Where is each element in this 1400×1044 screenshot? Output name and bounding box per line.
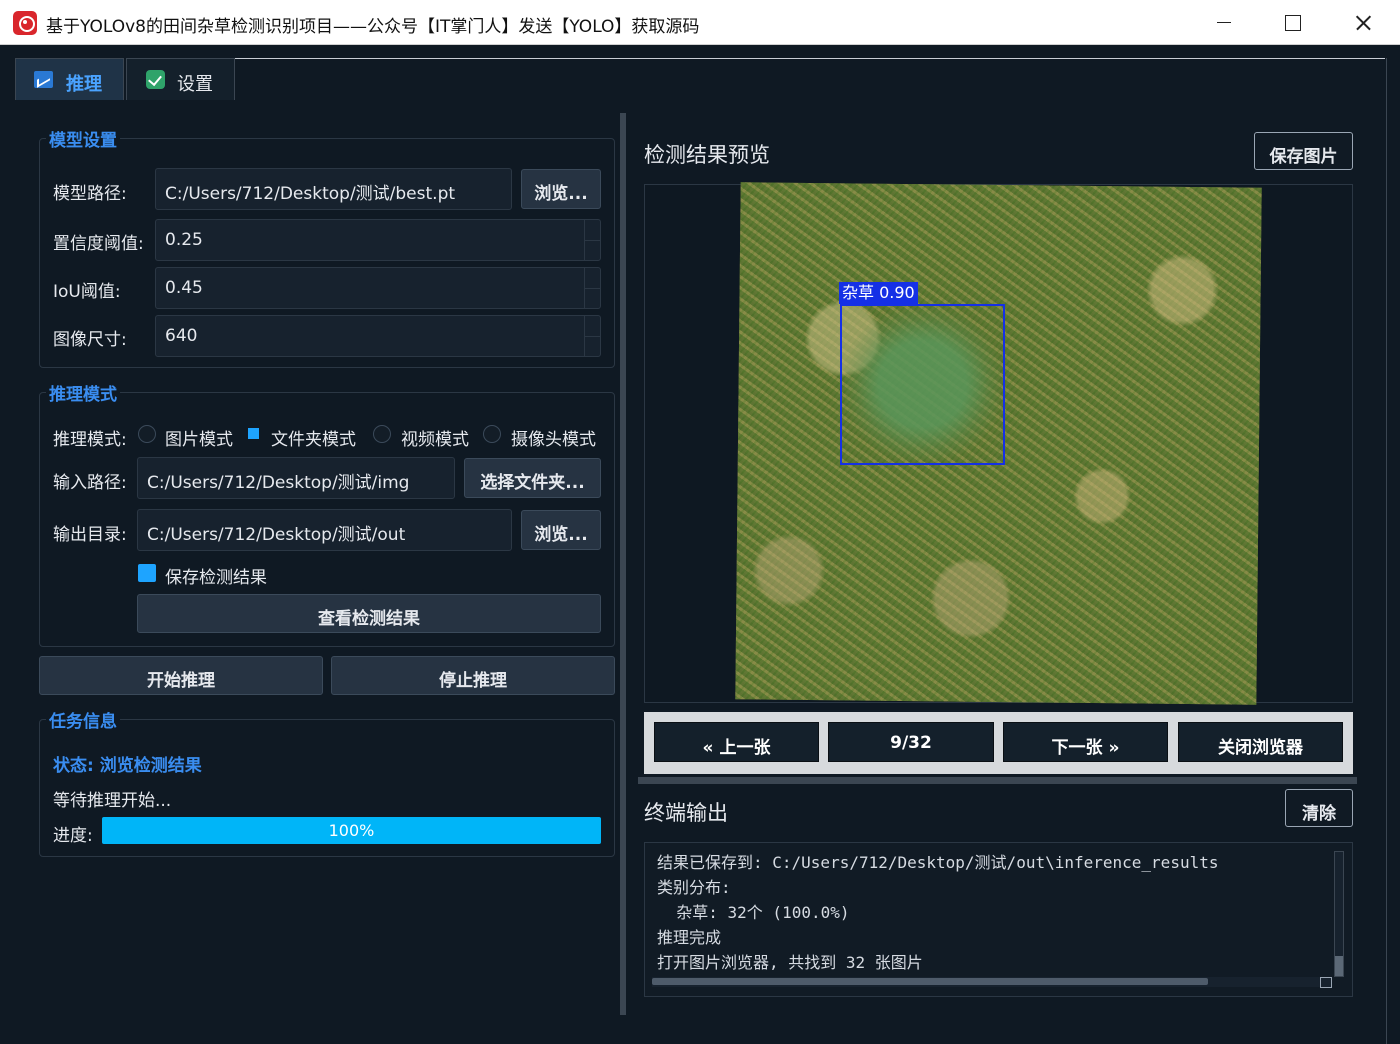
check-icon bbox=[146, 70, 165, 89]
output-browse-button[interactable]: 浏览... bbox=[521, 510, 601, 550]
model-path-label: 模型路径: bbox=[53, 184, 127, 204]
close-browser-button[interactable]: 关闭浏览器 bbox=[1178, 722, 1343, 762]
input-path-label: 输入路径: bbox=[53, 473, 127, 493]
iou-spinbox[interactable]: 0.45 bbox=[155, 267, 601, 309]
splitter-handle[interactable] bbox=[620, 113, 626, 1015]
terminal-line: 推理完成 bbox=[657, 928, 722, 947]
title-bar: 基于YOLOv8的田间杂草检测识别项目——公众号【IT掌门人】发送【YOLO】获… bbox=[0, 0, 1400, 45]
progress-bar: 100% bbox=[102, 817, 601, 844]
iou-label: IoU阈值: bbox=[53, 282, 121, 302]
next-image-button[interactable]: 下一张 » bbox=[1003, 722, 1168, 762]
confidence-spinbox[interactable]: 0.25 bbox=[155, 219, 601, 261]
terminal-line: 类别分布: bbox=[657, 878, 731, 897]
image-size-value: 640 bbox=[165, 326, 198, 346]
camera-mode-label[interactable]: 摄像头模式 bbox=[511, 425, 596, 450]
save-results-checkbox[interactable] bbox=[138, 564, 156, 582]
minimize-button[interactable] bbox=[1188, 0, 1258, 45]
scroll-corner-icon bbox=[1320, 977, 1332, 988]
tab-inference[interactable]: 推理 bbox=[15, 58, 124, 100]
select-folder-button[interactable]: 选择文件夹... bbox=[464, 458, 601, 498]
folder-mode-label[interactable]: 文件夹模式 bbox=[271, 425, 356, 450]
save-image-button[interactable]: 保存图片 bbox=[1254, 132, 1353, 170]
terminal-title: 终端输出 bbox=[644, 801, 728, 825]
window-title: 基于YOLOv8的田间杂草检测识别项目——公众号【IT掌门人】发送【YOLO】获… bbox=[46, 17, 700, 37]
iou-value: 0.45 bbox=[165, 278, 203, 298]
radio-video-mode[interactable] bbox=[373, 425, 391, 443]
mode-label: 推理模式: bbox=[53, 430, 127, 450]
task-message: 等待推理开始... bbox=[53, 791, 172, 811]
horizontal-splitter[interactable] bbox=[638, 777, 1357, 784]
preview-title: 检测结果预览 bbox=[644, 143, 770, 167]
terminal-line: 结果已保存到: C:/Users/712/Desktop/测试/out\infe… bbox=[657, 853, 1219, 872]
terminal-horizontal-scrollbar[interactable] bbox=[652, 977, 1332, 987]
output-dir-label: 输出目录: bbox=[53, 525, 127, 545]
task-info-title: 任务信息 bbox=[46, 707, 120, 732]
model-settings-title: 模型设置 bbox=[46, 126, 120, 151]
image-counter: 9/32 bbox=[828, 722, 994, 762]
image-size-label: 图像尺寸: bbox=[53, 330, 127, 350]
maximize-button[interactable] bbox=[1258, 0, 1328, 45]
image-mode-label[interactable]: 图片模式 bbox=[165, 425, 233, 450]
image-size-spinbox[interactable]: 640 bbox=[155, 315, 601, 357]
detection-bounding-box bbox=[840, 304, 1005, 465]
video-mode-label[interactable]: 视频模式 bbox=[401, 425, 469, 450]
save-results-label[interactable]: 保存检测结果 bbox=[165, 563, 267, 588]
progress-label: 进度: bbox=[53, 826, 93, 846]
model-path-input[interactable]: C:/Users/712/Desktop/测试/best.pt bbox=[155, 168, 512, 210]
terminal-vertical-scrollbar[interactable] bbox=[1334, 851, 1344, 977]
radio-camera-mode[interactable] bbox=[483, 425, 501, 443]
tab-bar-line bbox=[235, 58, 1385, 59]
tab-settings-label: 设置 bbox=[177, 74, 213, 95]
iou-stepper[interactable] bbox=[584, 268, 600, 308]
close-window-button[interactable] bbox=[1328, 0, 1398, 45]
detection-label: 杂草 0.90 bbox=[839, 282, 918, 304]
confidence-label: 置信度阈值: bbox=[53, 234, 144, 254]
tab-settings[interactable]: 设置 bbox=[126, 58, 235, 100]
prev-image-button[interactable]: « 上一张 bbox=[654, 722, 819, 762]
inference-mode-title: 推理模式 bbox=[46, 380, 120, 405]
model-browse-button[interactable]: 浏览... bbox=[521, 169, 601, 209]
chart-icon bbox=[34, 71, 53, 88]
clear-terminal-button[interactable]: 清除 bbox=[1285, 789, 1353, 827]
confidence-stepper[interactable] bbox=[584, 220, 600, 260]
status-text: 状态: 浏览检测结果 bbox=[53, 756, 202, 776]
progress-text: 100% bbox=[328, 821, 375, 840]
stop-inference-button[interactable]: 停止推理 bbox=[331, 656, 615, 695]
terminal-line: 打开图片浏览器, 共找到 32 张图片 bbox=[657, 953, 923, 972]
radio-image-mode[interactable] bbox=[138, 425, 156, 443]
input-path-input[interactable]: C:/Users/712/Desktop/测试/img bbox=[137, 457, 455, 499]
app-logo-icon bbox=[13, 11, 37, 35]
horizontal-scroll-thumb[interactable] bbox=[652, 978, 1208, 985]
output-dir-input[interactable]: C:/Users/712/Desktop/测试/out bbox=[137, 509, 512, 551]
confidence-value: 0.25 bbox=[165, 230, 203, 250]
terminal-line: 杂草: 32个 (100.0%) bbox=[657, 903, 850, 922]
start-inference-button[interactable]: 开始推理 bbox=[39, 656, 323, 695]
tab-inference-label: 推理 bbox=[66, 74, 102, 95]
view-results-button[interactable]: 查看检测结果 bbox=[137, 594, 601, 633]
window-border bbox=[1386, 58, 1387, 1044]
radio-folder-mode-selected[interactable] bbox=[248, 428, 259, 439]
vertical-scroll-thumb[interactable] bbox=[1335, 956, 1343, 976]
image-size-stepper[interactable] bbox=[584, 316, 600, 356]
